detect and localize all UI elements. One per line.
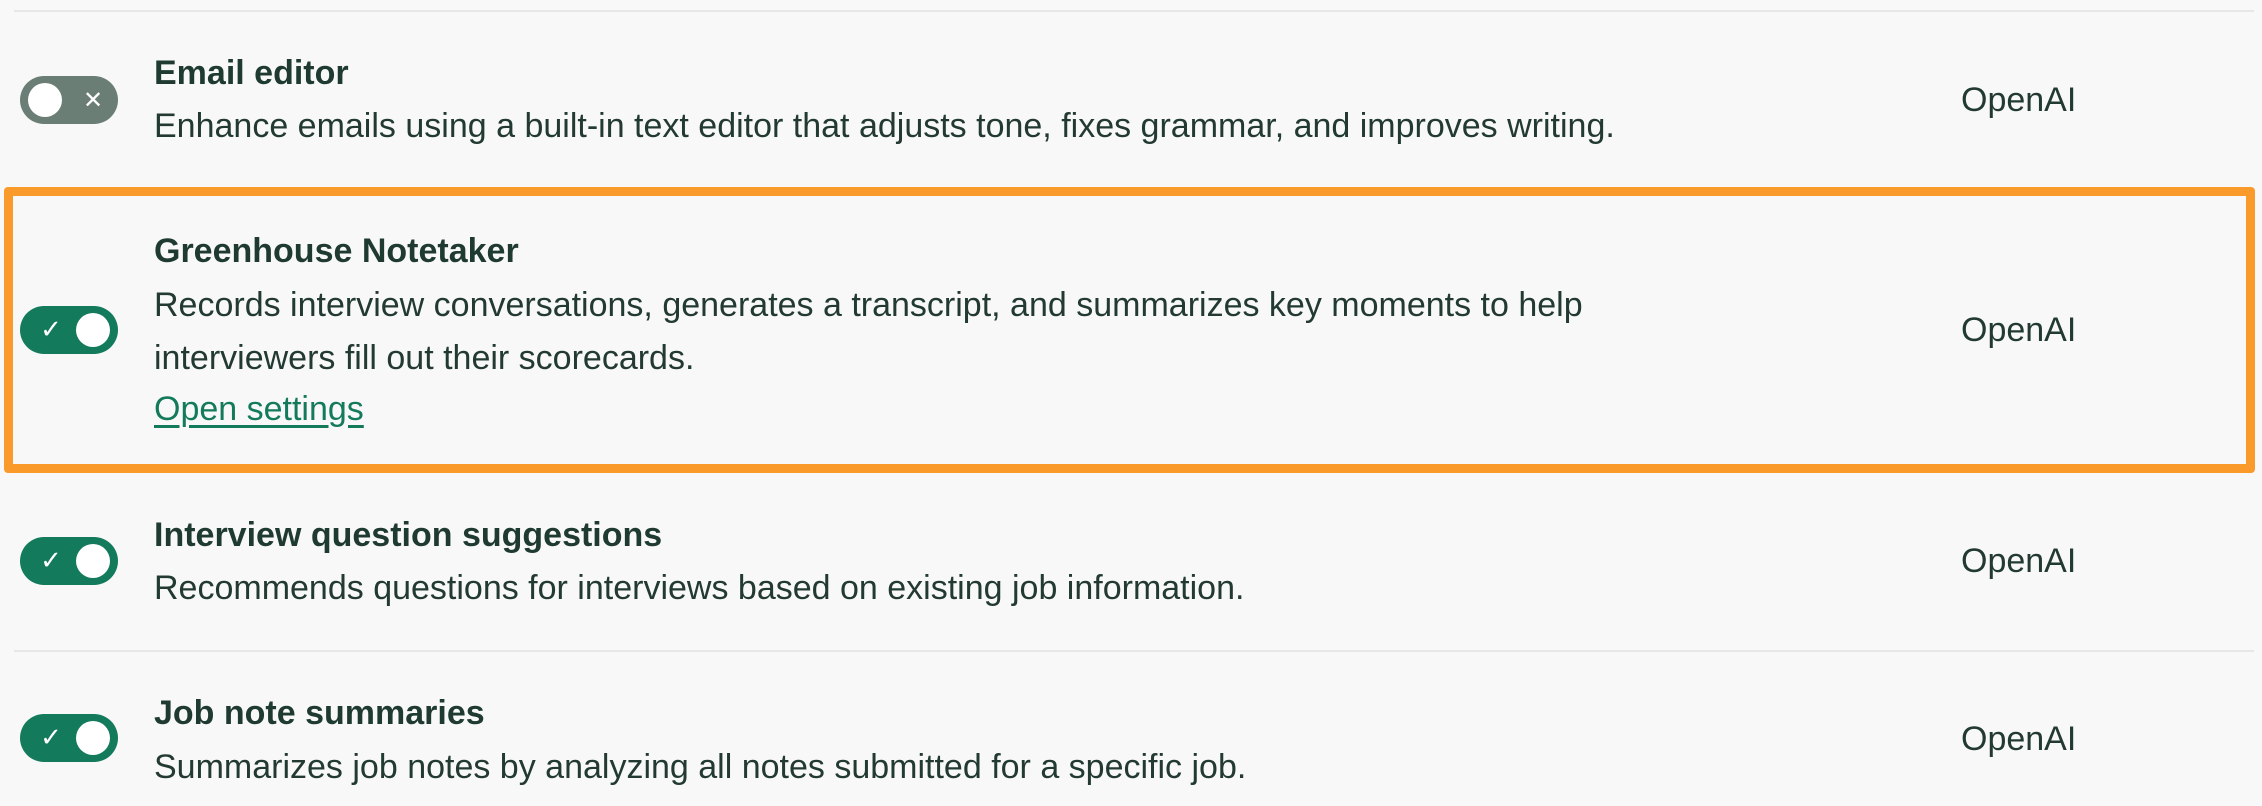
job-note-summaries-toggle[interactable]: ✓ bbox=[20, 714, 118, 762]
toggle-knob bbox=[76, 721, 110, 755]
interview-question-suggestions-toggle[interactable]: ✓ bbox=[20, 537, 118, 585]
open-settings-link[interactable]: Open settings bbox=[154, 390, 364, 429]
feature-provider: OpenAI bbox=[1961, 720, 2077, 758]
feature-title: Greenhouse Notetaker bbox=[154, 232, 519, 270]
check-icon: ✓ bbox=[40, 546, 62, 576]
toggle-knob bbox=[28, 83, 62, 117]
feature-title: Job note summaries bbox=[154, 694, 485, 732]
feature-description: Enhance emails using a built-in text edi… bbox=[154, 107, 1615, 145]
toggle-knob bbox=[76, 544, 110, 578]
feature-description-line-1: Records interview conversations, generat… bbox=[154, 286, 1583, 324]
greenhouse-notetaker-toggle[interactable]: ✓ bbox=[20, 306, 118, 354]
divider bbox=[14, 10, 2254, 12]
check-icon: ✓ bbox=[40, 315, 62, 345]
feature-provider: OpenAI bbox=[1961, 542, 2077, 580]
toggle-knob bbox=[76, 313, 110, 347]
email-editor-toggle[interactable]: ✕ bbox=[20, 76, 118, 124]
feature-description: Summarizes job notes by analyzing all no… bbox=[154, 748, 1247, 786]
close-icon: ✕ bbox=[82, 86, 104, 114]
feature-provider: OpenAI bbox=[1961, 311, 2077, 349]
feature-description-line-2: interviewers fill out their scorecards. bbox=[154, 339, 695, 377]
divider bbox=[14, 650, 2254, 652]
feature-description: Recommends questions for interviews base… bbox=[154, 569, 1245, 607]
feature-provider: OpenAI bbox=[1961, 81, 2077, 119]
check-icon: ✓ bbox=[40, 723, 62, 753]
feature-title: Interview question suggestions bbox=[154, 516, 663, 554]
feature-title: Email editor bbox=[154, 54, 349, 92]
ai-features-list: ✕ Email editor Enhance emails using a bu… bbox=[0, 0, 2262, 806]
